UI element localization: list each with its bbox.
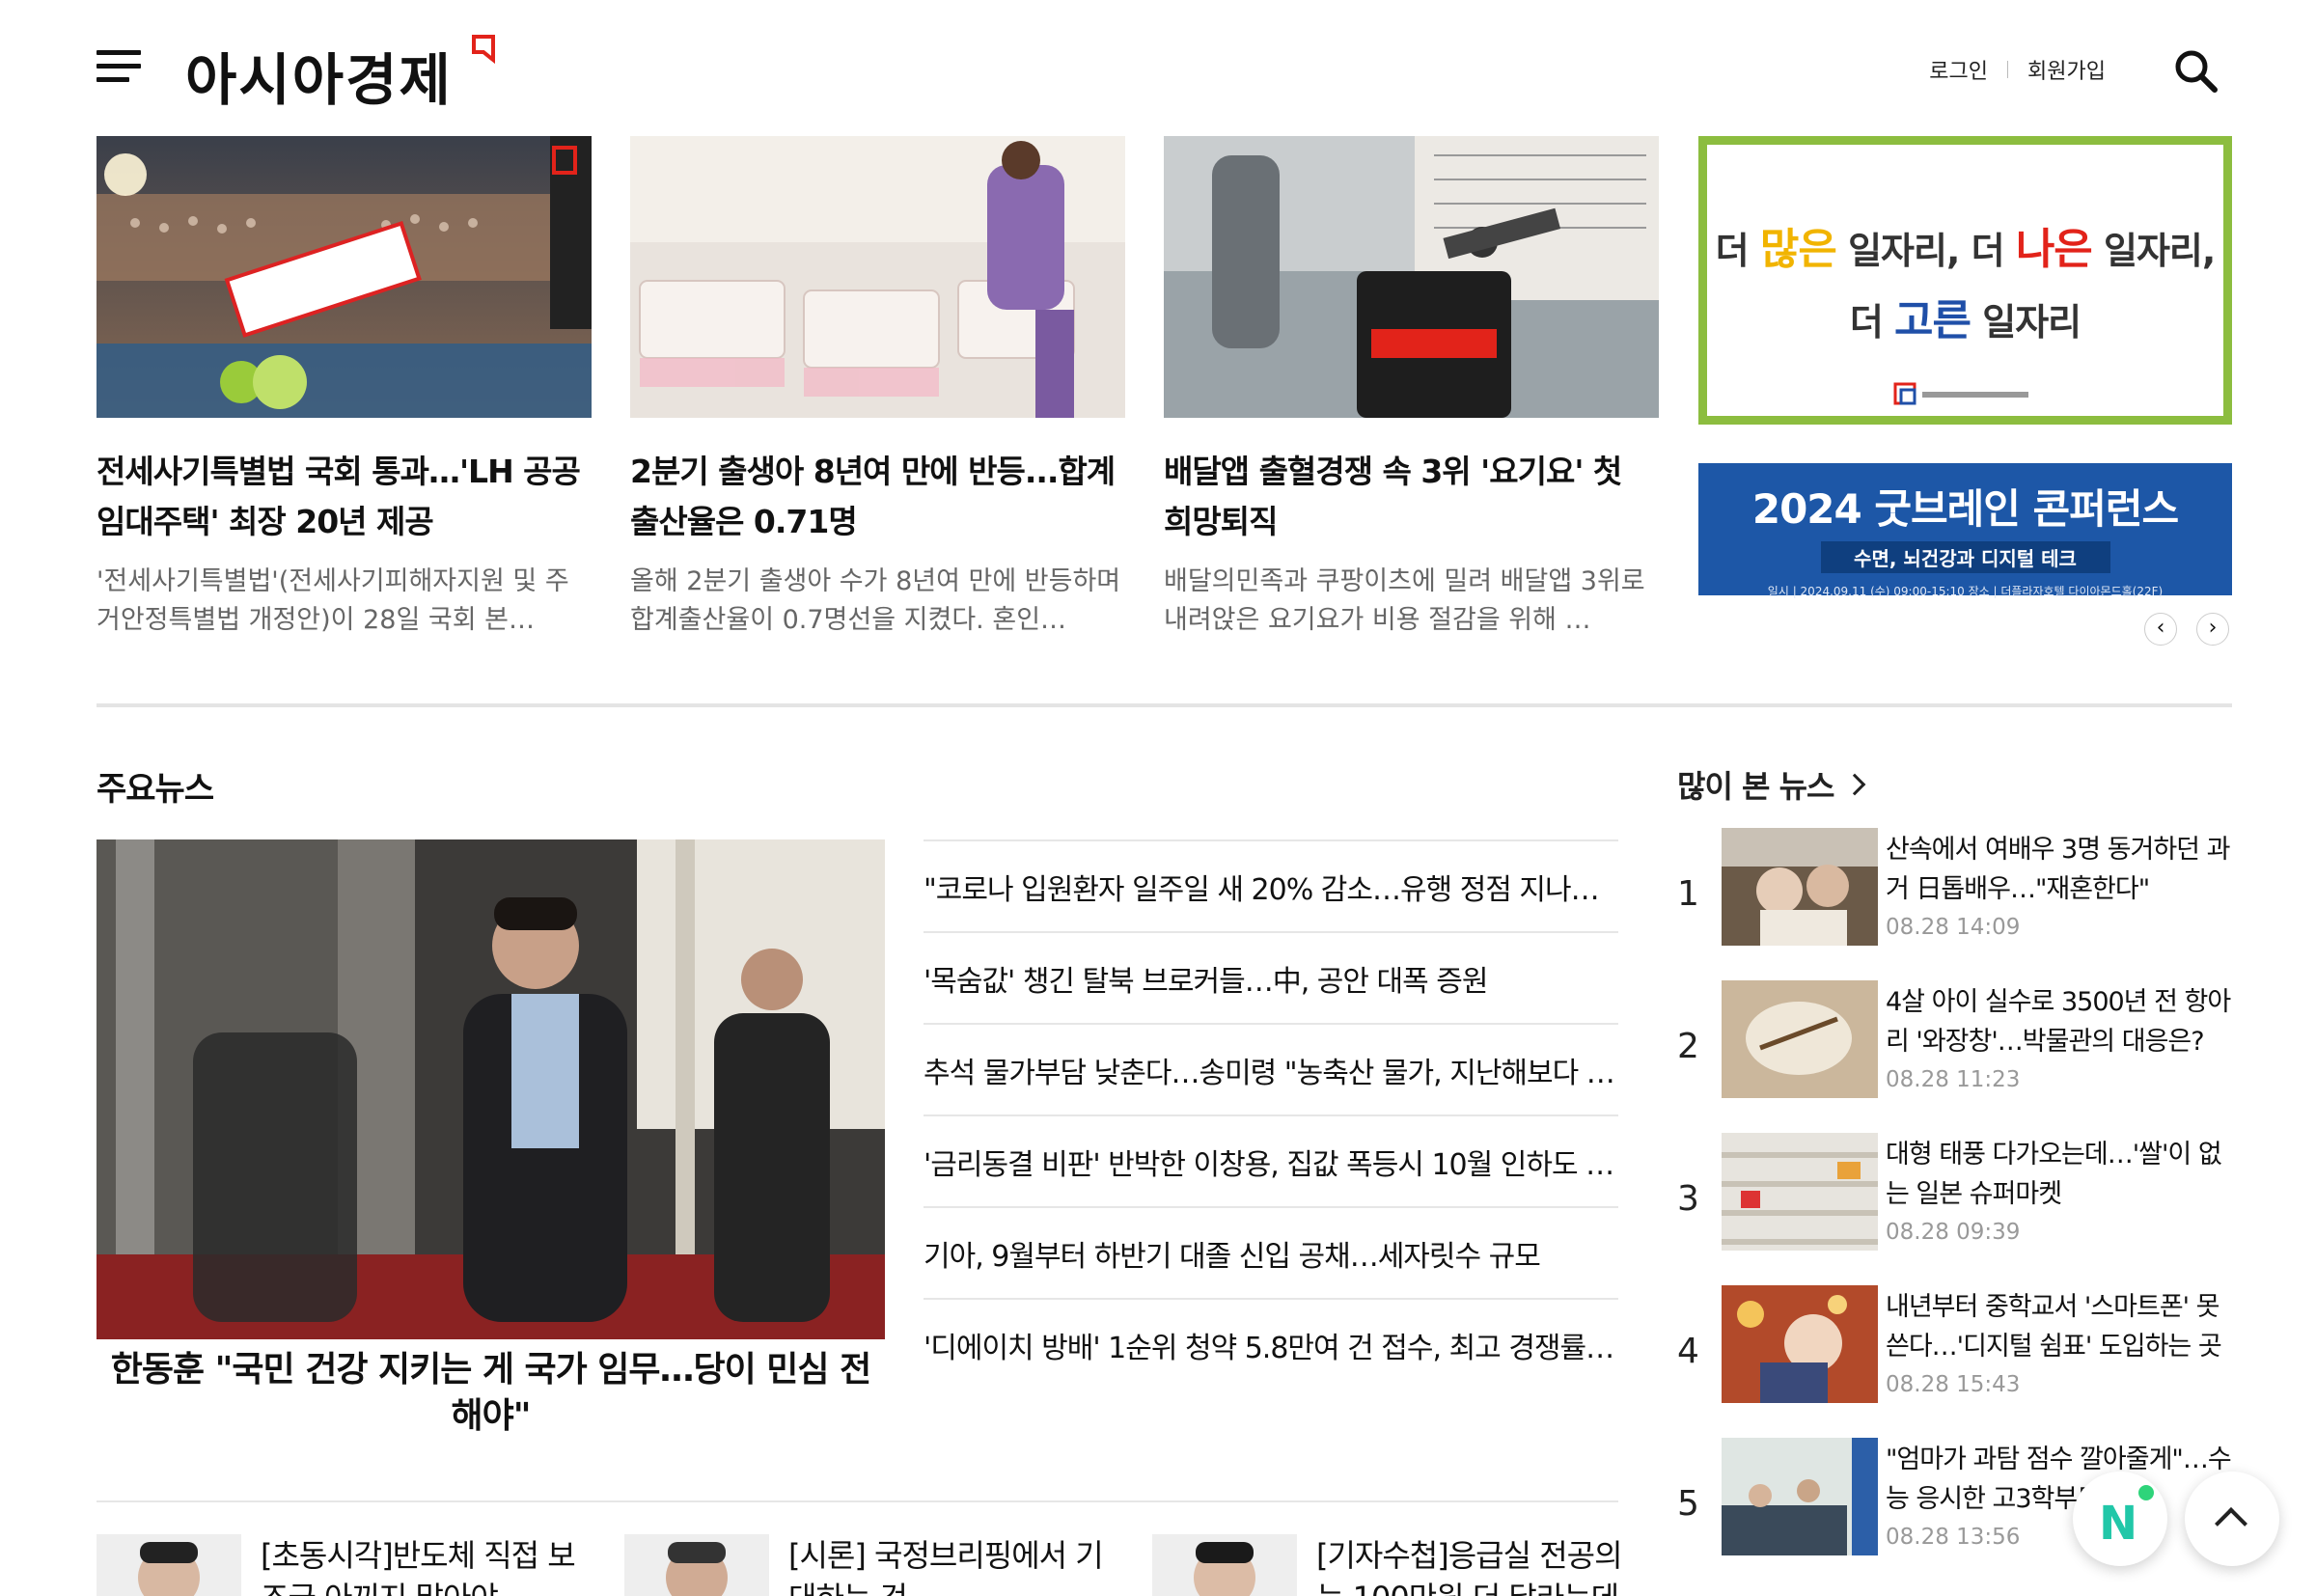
columnist-photo — [1152, 1534, 1297, 1596]
news-title[interactable]: 배달앱 출혈경쟁 속 3위 '요기요' 첫 희망퇴직 — [1164, 447, 1659, 547]
opinion-title[interactable]: [시론] 국정브리핑에서 기대하는 것 — [788, 1534, 1107, 1596]
ad-line-1: 더 많은 일자리, 더 나은 일자리, — [1715, 225, 2217, 274]
headline-item[interactable]: '디에이치 방배' 1순위 청약 5.8만여 건 접수, 최고 경쟁률 2,00… — [924, 1298, 1618, 1390]
columnist-photo — [96, 1534, 241, 1596]
conference-ad-banner[interactable]: 2024 굿브레인 콘퍼런스 수면, 뇌건강과 디지털 테크 일시 | 2024… — [1698, 463, 2232, 598]
ad-org-logo-icon — [1893, 382, 2028, 405]
top-news-card[interactable]: 전세사기특별법 국회 통과…'LH 공공임대주택' 최장 20년 제공 '전세사… — [96, 136, 592, 640]
ad2-subtitle: 수면, 뇌건강과 디지털 테크 — [1820, 541, 2110, 573]
rank-number: 5 — [1677, 1484, 1699, 1524]
headline-item[interactable]: "코로나 입원환자 일주일 새 20% 감소…유행 정점 지나는 중" — [924, 839, 1618, 931]
section-divider — [96, 703, 2232, 707]
news-thumbnail[interactable] — [1164, 136, 1659, 418]
columnist-photo — [624, 1534, 769, 1596]
most-viewed-title-text[interactable]: 산속에서 여배우 3명 동거하던 과거 日톱배우…"재혼한다" — [1886, 830, 2237, 909]
most-viewed-title[interactable]: 많이 본 뉴스 — [1677, 762, 1866, 807]
n-logo-icon: N — [2099, 1497, 2138, 1551]
headline-list: "코로나 입원환자 일주일 새 20% 감소…유행 정점 지나는 중" '목숨값… — [924, 839, 1618, 1390]
carousel-next-button[interactable]: › — [2196, 613, 2229, 646]
ad-line-2: 더 고른 일자리 — [1849, 296, 2082, 345]
news-thumbnail[interactable] — [630, 136, 1125, 418]
headline-item[interactable]: '목숨값' 챙긴 탈북 브로커들…中, 공안 대폭 증원 — [924, 931, 1618, 1023]
search-icon[interactable] — [2171, 46, 2220, 95]
news-thumbnail[interactable] — [96, 136, 592, 418]
news-title[interactable]: 전세사기특별법 국회 통과…'LH 공공임대주택' 최장 20년 제공 — [96, 447, 592, 547]
opinion-divider — [96, 1500, 1618, 1502]
notification-dot-icon — [2138, 1485, 2154, 1500]
opinion-item[interactable]: [시론] 국정브리핑에서 기대하는 것 — [624, 1534, 1107, 1596]
rank-number: 2 — [1677, 1027, 1699, 1066]
main-news-headline[interactable]: 한동훈 "국민 건강 지키는 게 국가 임무…당이 민심 전해야" — [96, 1347, 885, 1440]
auth-links: 로그인 회원가입 — [1929, 54, 2106, 85]
auth-separator — [2007, 61, 2009, 78]
timestamp: 08.28 09:39 — [1886, 1220, 2021, 1245]
signup-link[interactable]: 회원가입 — [2027, 54, 2106, 85]
most-viewed-title-text[interactable]: 4살 아이 실수로 3500년 전 항아리 '와장창'…박물관의 대응은? — [1886, 982, 2237, 1061]
headline-item[interactable]: 기아, 9월부터 하반기 대졸 신입 공채…세자릿수 규모 — [924, 1206, 1618, 1298]
n-app-button[interactable]: N — [2073, 1472, 2167, 1566]
rank-number: 1 — [1677, 874, 1699, 914]
top-news-card[interactable]: 배달앱 출혈경쟁 속 3위 '요기요' 첫 희망퇴직 배달의민족과 쿠팡이츠에 … — [1164, 136, 1659, 640]
news-summary[interactable]: 올해 2분기 출생아 수가 8년여 만에 반등하며 합계출산율이 0.7명선을 … — [630, 563, 1125, 640]
opinion-title[interactable]: [초동시각]반도체 직접 보조금 아끼지 말아야 — [261, 1534, 579, 1596]
main-news-photo[interactable] — [96, 839, 885, 1339]
most-viewed-thumbnail — [1722, 980, 1878, 1098]
ad2-title: 2024 굿브레인 콘퍼런스 — [1751, 485, 2179, 533]
news-summary[interactable]: '전세사기특별법'(전세사기피해자지원 및 주거안정특별법 개정안)이 28일 … — [96, 563, 592, 640]
most-viewed-item[interactable]: 3 대형 태풍 다가오는데…'쌀'이 없는 일본 슈퍼마켓 08.28 09:3… — [1677, 1133, 2237, 1251]
most-viewed-thumbnail — [1722, 1285, 1878, 1403]
site-logo[interactable]: 아시아경제 — [185, 35, 453, 116]
login-link[interactable]: 로그인 — [1929, 54, 1988, 85]
most-viewed-thumbnail — [1722, 828, 1878, 946]
most-viewed-thumbnail — [1722, 1438, 1878, 1555]
top-news-card[interactable]: 2분기 출생아 8년여 만에 반등...합계출산율은 0.71명 올해 2분기 … — [630, 136, 1125, 640]
timestamp: 08.28 13:56 — [1886, 1525, 2021, 1550]
rank-number: 4 — [1677, 1332, 1699, 1371]
most-viewed-title-text[interactable]: 대형 태풍 다가오는데…'쌀'이 없는 일본 슈퍼마켓 — [1886, 1135, 2237, 1214]
timestamp: 08.28 11:23 — [1886, 1067, 2021, 1092]
most-viewed-title-text[interactable]: 내년부터 중학교서 '스마트폰' 못 쓴다…'디지털 쉼표' 도입하는 곳 — [1886, 1287, 2237, 1366]
headline-item[interactable]: '금리동결 비판' 반박한 이창용, 집값 폭등시 10월 인하도 어려워 — [924, 1114, 1618, 1206]
timestamp: 08.28 14:09 — [1886, 915, 2021, 940]
job-ad-banner[interactable]: 더 많은 일자리, 더 나은 일자리, 더 고른 일자리 — [1698, 136, 2232, 425]
most-viewed-item[interactable]: 4 내년부터 중학교서 '스마트폰' 못 쓴다…'디지털 쉼표' 도입하는 곳 … — [1677, 1285, 2237, 1403]
opinion-title[interactable]: [기자수첩]응급실 전공의는 100만원 더 달라는데 — [1316, 1534, 1635, 1596]
opinion-item[interactable]: [초동시각]반도체 직접 보조금 아끼지 말아야 — [96, 1534, 579, 1596]
most-viewed-title-text[interactable]: "엄마가 과탐 점수 깔아줄게"…수능 응시한 고3학부모 — [1886, 1440, 2237, 1519]
news-summary[interactable]: 배달의민족과 쿠팡이츠에 밀려 배달앱 3위로 내려앉은 요기요가 비용 절감을… — [1164, 563, 1659, 640]
carousel-prev-button[interactable]: ‹ — [2144, 613, 2177, 646]
most-viewed-item[interactable]: 2 4살 아이 실수로 3500년 전 항아리 '와장창'…박물관의 대응은? … — [1677, 980, 2237, 1098]
most-viewed-thumbnail — [1722, 1133, 1878, 1251]
most-viewed-item[interactable]: 1 산속에서 여배우 3명 동거하던 과거 日톱배우…"재혼한다" 08.28 … — [1677, 828, 2237, 946]
headline-item[interactable]: 추석 물가부담 낮춘다…송미령 "농축산 물가, 지난해보다 안정" — [924, 1023, 1618, 1114]
scroll-top-button[interactable] — [2185, 1472, 2279, 1566]
timestamp: 08.28 15:43 — [1886, 1372, 2021, 1397]
main-news-title: 주요뉴스 — [96, 770, 214, 809]
menu-icon[interactable] — [96, 50, 141, 85]
chevron-right-icon — [1844, 773, 1866, 796]
logo-mark-icon — [472, 35, 495, 65]
opinion-item[interactable]: [기자수첩]응급실 전공의는 100만원 더 달라는데 — [1152, 1534, 1635, 1596]
rank-number: 3 — [1677, 1179, 1699, 1219]
news-title[interactable]: 2분기 출생아 8년여 만에 반등...합계출산율은 0.71명 — [630, 447, 1125, 547]
site-header: 아시아경제 로그인 회원가입 — [0, 0, 2316, 130]
chevron-up-icon — [2215, 1507, 2247, 1540]
ad2-info: 일시 | 2024.09.11 (수) 09:00-15:10 장소 | 더플라… — [1767, 585, 2164, 598]
